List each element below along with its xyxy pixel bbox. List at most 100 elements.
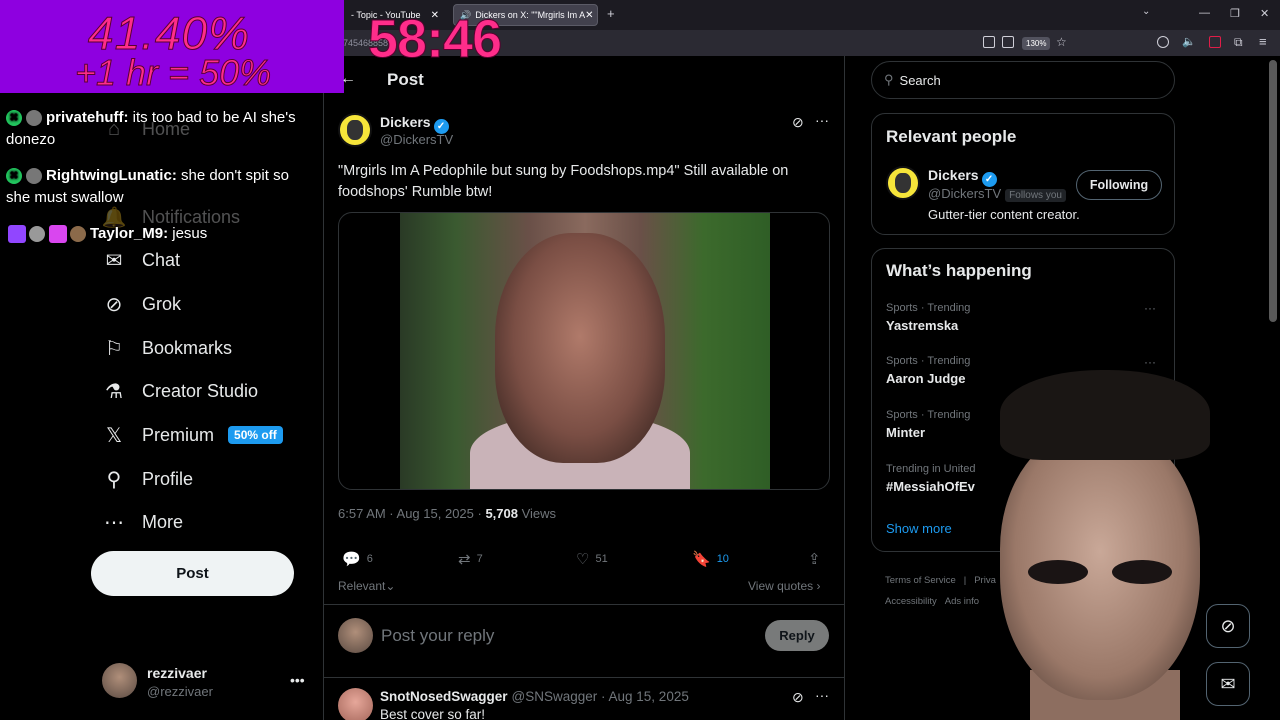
person-handle-text[interactable]: @DickersTV (928, 186, 1001, 201)
trend-item[interactable]: Sports · Trending Aaron Judge (886, 355, 970, 386)
restore-icon[interactable]: ❐ (1230, 7, 1240, 20)
grok-icon[interactable]: ⊘ (792, 689, 804, 706)
person-icon: ⚲ (106, 468, 122, 491)
grok-float-button[interactable]: ⊘ (1206, 604, 1250, 648)
nav-chat[interactable]: ✉ Chat (103, 245, 180, 275)
new-tab-icon[interactable]: + (607, 6, 615, 21)
speaker-icon[interactable]: 🔈 (1182, 35, 1196, 48)
comment-author[interactable]: SnotNosedSwagger @SNSwagger · Aug 15, 202… (380, 689, 689, 704)
reader-view-icon[interactable] (983, 36, 995, 48)
post-time[interactable]: 6:57 AM · Aug 15, 2025 · (338, 506, 485, 521)
sort-dropdown[interactable]: Relevant⌄ (338, 579, 395, 593)
nav-label: Creator Studio (142, 380, 259, 401)
person-name[interactable]: Dickers ✓ (928, 167, 997, 187)
repost-action[interactable]: ⇄ 7 (458, 550, 483, 568)
grok-icon: ⊘ (1220, 615, 1236, 636)
comment-handle: @SNSwagger · Aug 15, 2025 (511, 689, 689, 704)
close-window-icon[interactable]: ✕ (1260, 7, 1269, 20)
avatar (26, 110, 42, 127)
hair-shape (1000, 370, 1210, 460)
post-button[interactable]: Post (91, 551, 294, 596)
nav-profile[interactable]: ⚲ Profile (103, 464, 193, 494)
account-handle[interactable]: @rezzivaer (147, 684, 213, 699)
reply-count: 6 (366, 553, 373, 565)
nav-bookmarks[interactable]: ⚐ Bookmarks (103, 333, 232, 363)
author-handle[interactable]: @DickersTV (380, 132, 453, 147)
nav-creator-studio[interactable]: ⚗ Creator Studio (103, 376, 258, 406)
following-button[interactable]: Following (1076, 170, 1162, 200)
share-action[interactable]: ⇪ (808, 550, 827, 568)
nav-premium[interactable]: 𝕏 Premium 50% off (103, 420, 283, 450)
bonus-text: +1 hr = 50% (74, 52, 272, 94)
bookmark-action[interactable]: 🔖 10 (692, 550, 729, 568)
reply-button[interactable]: Reply (765, 620, 829, 651)
avatar (26, 168, 42, 185)
media-image (400, 213, 770, 489)
view-quotes-label: View quotes (748, 579, 814, 593)
show-more-link[interactable]: Show more (886, 521, 952, 536)
trend-item[interactable]: Sports · Trending Minter (886, 409, 970, 440)
nav-grok[interactable]: ⊘ Grok (103, 289, 181, 319)
account-name[interactable]: rezzivaer (147, 665, 207, 681)
chat-message: ✖ RightwingLunatic: she don't spit so she… (6, 165, 296, 209)
panel-title: Relevant people (886, 127, 1017, 146)
messages-float-button[interactable]: ✉ (1206, 662, 1250, 706)
comment-author-name[interactable]: SnotNosedSwagger (380, 689, 508, 704)
back-arrow-icon[interactable]: ← (340, 70, 356, 88)
chevron-down-icon: ⌄ (385, 579, 396, 593)
minimize-icon[interactable]: — (1199, 7, 1210, 19)
avatar[interactable] (338, 688, 373, 720)
post-timestamp: 6:57 AM · Aug 15, 2025 · 5,708 Views (338, 506, 556, 521)
gem-icon (49, 225, 67, 244)
nav-label: Bookmarks (142, 337, 233, 358)
views-count: 5,708 (485, 506, 518, 521)
close-icon[interactable]: ✕ (585, 10, 593, 21)
search-input[interactable] (899, 72, 1150, 88)
nav-more[interactable]: ⋯ More (103, 507, 183, 537)
repost-icon: ⇄ (458, 551, 471, 568)
more-circle-icon: ⋯ (104, 511, 124, 534)
divider (323, 677, 845, 678)
follows-you-badge: Follows you (1005, 189, 1066, 202)
extension-icon[interactable] (1209, 36, 1221, 48)
like-action[interactable]: ♡ 51 (576, 550, 608, 568)
chat-message: ✖ privatehuff: its too bad to be AI she's… (6, 107, 296, 151)
author-name-text[interactable]: Dickers (380, 114, 431, 130)
footer-link[interactable]: Accessibility (885, 596, 937, 607)
share-icon: ⇪ (808, 551, 821, 568)
reply-action[interactable]: 💬 6 (342, 550, 373, 568)
reply-input[interactable] (381, 624, 751, 648)
flask-icon: ⚗ (105, 380, 123, 403)
face-shape (495, 233, 665, 463)
search-box[interactable]: ⚲ (871, 61, 1175, 99)
account-icon[interactable] (1157, 36, 1169, 48)
grok-icon[interactable]: ⊘ (792, 114, 804, 131)
puzzle-icon[interactable]: ⧉ (1234, 35, 1243, 50)
view-quotes-link[interactable]: View quotes › (748, 579, 821, 593)
person-handle[interactable]: @DickersTV Follows you (928, 186, 1066, 202)
more-icon[interactable]: ··· (1144, 355, 1156, 369)
avatar[interactable] (102, 663, 137, 698)
person-name-text[interactable]: Dickers (928, 167, 979, 183)
more-icon[interactable]: ••• (290, 672, 305, 688)
more-icon[interactable]: ··· (815, 112, 829, 128)
post-image[interactable] (338, 212, 830, 490)
page-title: Post (387, 70, 424, 89)
author-avatar[interactable] (338, 113, 372, 147)
screenshot-icon[interactable] (1002, 36, 1014, 48)
reply-icon: 💬 (342, 551, 361, 568)
footer-link[interactable]: Terms of Service (885, 575, 956, 586)
trend-item[interactable]: Sports · Trending Yastremska (886, 302, 970, 333)
person-bio: Gutter-tier content creator. (928, 207, 1080, 222)
twitch-icon (8, 225, 26, 244)
avatar[interactable] (886, 166, 920, 200)
more-icon[interactable]: ··· (1144, 301, 1156, 315)
scrollbar[interactable] (1269, 60, 1277, 322)
star-icon[interactable]: ☆ (1056, 35, 1067, 49)
more-icon[interactable]: ··· (815, 687, 829, 703)
trend-category: Sports · Trending (886, 409, 971, 421)
menu-icon[interactable]: ≡ (1259, 34, 1267, 49)
zoom-level[interactable]: 130% (1022, 37, 1051, 50)
author-name[interactable]: Dickers ✓ (380, 114, 449, 134)
chevron-down-icon[interactable]: ⌄ (1142, 6, 1150, 17)
